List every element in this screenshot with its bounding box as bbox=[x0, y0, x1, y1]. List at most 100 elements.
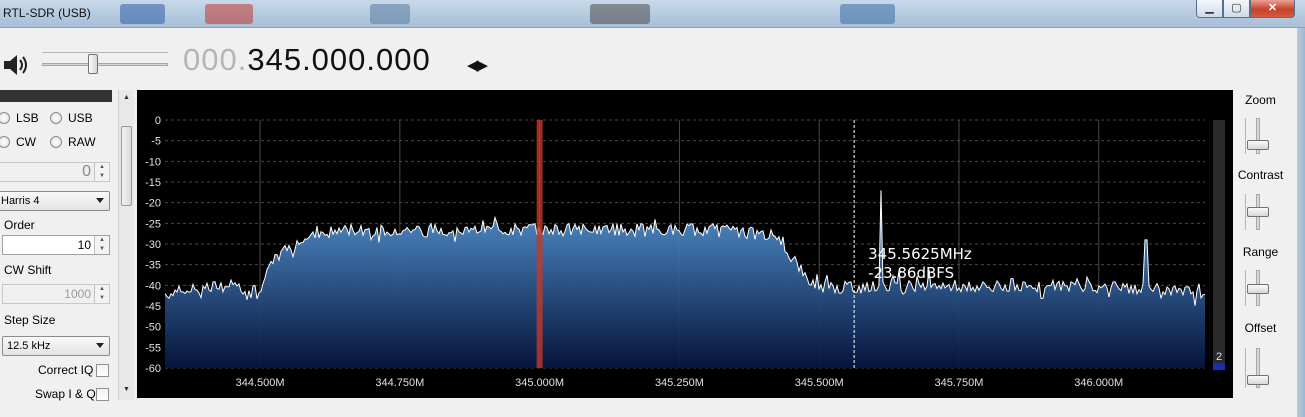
speaker-icon[interactable] bbox=[2, 53, 30, 77]
mode-radio-usb[interactable]: USB bbox=[50, 110, 93, 126]
contrast-slider-thumb[interactable] bbox=[1247, 207, 1269, 217]
range-label: Range bbox=[1242, 245, 1279, 259]
mode-label: RAW bbox=[68, 135, 96, 149]
spectrum-display[interactable]: 0 -5 -10 -15 -20 -25 -30 -35 -40 -45 -50 -55 -60 344.… bbox=[137, 90, 1233, 398]
x-tick-label: 345.250M bbox=[655, 377, 704, 389]
window-select-value: Harris 4 bbox=[1, 195, 40, 207]
cursor-level-label: -23.86dBFS bbox=[868, 264, 954, 282]
scroll-down-arrow-icon[interactable]: ▼ bbox=[123, 386, 130, 393]
slider-ticks bbox=[42, 52, 168, 56]
radio-button[interactable] bbox=[50, 136, 62, 148]
y-tick-label: -20 bbox=[145, 198, 161, 210]
y-tick-label: -5 bbox=[151, 136, 161, 148]
frequency-display[interactable]: 000.345.000.000 bbox=[183, 42, 431, 78]
background-window-thumbnail bbox=[205, 4, 253, 24]
top-spin-field[interactable]: 0 ▲ ▼ bbox=[0, 162, 110, 182]
cw-shift-label: CW Shift bbox=[4, 263, 52, 277]
top-toolbar: 000.345.000.000 ◀▶ bbox=[0, 28, 1297, 90]
zoom-slider[interactable] bbox=[1242, 118, 1274, 154]
spectrum-area bbox=[165, 190, 1205, 368]
frequency-value: 345.000.000 bbox=[247, 42, 431, 77]
chevron-down-icon bbox=[96, 198, 104, 203]
radio-button[interactable] bbox=[0, 136, 10, 148]
left-settings-panel: LSB USB CW RAW 0 ▲ ▼ Harris 4 Order 10 ▲ ▼… bbox=[0, 90, 118, 417]
cursor-frequency-label: 345.5625MHz bbox=[868, 245, 972, 263]
spin-value: 0 bbox=[82, 163, 91, 180]
y-tick-label: -55 bbox=[145, 342, 161, 354]
right-display-panel: Zoom Contrast Range Offset bbox=[1234, 90, 1297, 417]
colorbar-label: 2 bbox=[1216, 351, 1222, 363]
minimize-button[interactable]: ▁ bbox=[1196, 0, 1223, 18]
window-frame bbox=[1297, 28, 1305, 417]
window-title: RTL-SDR (USB) bbox=[3, 6, 91, 20]
y-tick-label: -25 bbox=[145, 218, 161, 230]
range-slider[interactable] bbox=[1242, 270, 1274, 306]
mode-radio-raw[interactable]: RAW bbox=[50, 134, 96, 150]
center-frequency-marker bbox=[536, 120, 543, 368]
contrast-slider[interactable] bbox=[1242, 194, 1274, 230]
offset-slider-thumb[interactable] bbox=[1247, 375, 1269, 385]
background-window-thumbnail bbox=[370, 4, 410, 24]
offset-slider[interactable] bbox=[1242, 348, 1274, 388]
scrollbar-thumb[interactable] bbox=[121, 126, 132, 206]
x-tick-label: 345.000M bbox=[515, 377, 564, 389]
frequency-step-arrows-icon[interactable]: ◀▶ bbox=[467, 56, 488, 74]
mode-radio-cw[interactable]: CW bbox=[0, 134, 36, 150]
y-tick-label: -45 bbox=[145, 301, 161, 313]
step-size-select[interactable]: 12.5 kHz bbox=[2, 336, 110, 356]
y-tick-label: -60 bbox=[145, 363, 161, 375]
close-button[interactable]: ✕ bbox=[1250, 0, 1295, 18]
order-input[interactable]: 10 ▲ ▼ bbox=[2, 235, 110, 255]
frequency-prefix: 000. bbox=[183, 42, 248, 77]
y-tick-label: -15 bbox=[145, 177, 161, 189]
mode-label: CW bbox=[16, 135, 36, 149]
spectrum-chart[interactable]: 0 -5 -10 -15 -20 -25 -30 -35 -40 -45 -50 -55 -60 344.… bbox=[137, 90, 1233, 398]
left-panel-scrollbar[interactable]: ▲ ▼ bbox=[118, 90, 134, 400]
correct-iq-checkbox[interactable] bbox=[96, 364, 109, 377]
range-slider-thumb[interactable] bbox=[1247, 284, 1269, 295]
correct-iq-label: Correct IQ bbox=[38, 363, 94, 377]
radio-button[interactable] bbox=[50, 112, 62, 124]
slider-track bbox=[42, 63, 168, 66]
x-tick-label: 345.500M bbox=[795, 377, 844, 389]
x-tick-label: 345.750M bbox=[935, 377, 984, 389]
chevron-down-icon bbox=[96, 343, 104, 348]
spin-buttons[interactable]: ▲ ▼ bbox=[94, 285, 109, 303]
y-tick-label: -40 bbox=[145, 280, 161, 292]
y-tick-label: -50 bbox=[145, 322, 161, 334]
step-size-label: Step Size bbox=[4, 313, 56, 327]
spin-buttons[interactable]: ▲ ▼ bbox=[94, 236, 109, 254]
background-window-thumbnail bbox=[840, 4, 895, 24]
cw-shift-input[interactable]: 1000 ▲ ▼ bbox=[2, 284, 110, 304]
scroll-up-arrow-icon[interactable]: ▲ bbox=[123, 94, 130, 101]
y-tick-label: -35 bbox=[145, 260, 161, 272]
cw-shift-value: 1000 bbox=[64, 287, 91, 301]
mode-label: USB bbox=[68, 111, 93, 125]
volume-slider-thumb[interactable] bbox=[88, 54, 99, 74]
y-tick-label: -30 bbox=[145, 239, 161, 251]
radio-button[interactable] bbox=[0, 112, 10, 124]
x-tick-label: 344.500M bbox=[236, 377, 285, 389]
panel-header bbox=[0, 90, 112, 102]
offset-label: Offset bbox=[1244, 321, 1277, 335]
background-window-thumbnail bbox=[590, 4, 650, 24]
swap-iq-label: Swap I & Q bbox=[35, 387, 96, 401]
volume-slider[interactable] bbox=[40, 52, 170, 74]
order-value: 10 bbox=[77, 238, 91, 252]
x-tick-label: 346.000M bbox=[1074, 377, 1123, 389]
colorbar-level bbox=[1213, 363, 1225, 370]
zoom-slider-thumb[interactable] bbox=[1247, 140, 1269, 151]
colorbar bbox=[1213, 120, 1225, 370]
window-select[interactable]: Harris 4 bbox=[0, 191, 110, 211]
title-bar: RTL-SDR (USB) ▁ ▢ ✕ bbox=[0, 0, 1305, 28]
background-window-thumbnail bbox=[120, 4, 165, 24]
maximize-button[interactable]: ▢ bbox=[1223, 0, 1250, 18]
step-size-value: 12.5 kHz bbox=[7, 340, 51, 352]
zoom-label: Zoom bbox=[1245, 93, 1276, 107]
y-tick-label: 0 bbox=[155, 115, 161, 127]
mode-radio-lsb[interactable]: LSB bbox=[0, 110, 39, 126]
y-tick-label: -10 bbox=[145, 156, 161, 168]
order-label: Order bbox=[4, 218, 35, 232]
spin-buttons[interactable]: ▲ ▼ bbox=[94, 163, 109, 181]
swap-iq-checkbox[interactable] bbox=[96, 388, 109, 401]
